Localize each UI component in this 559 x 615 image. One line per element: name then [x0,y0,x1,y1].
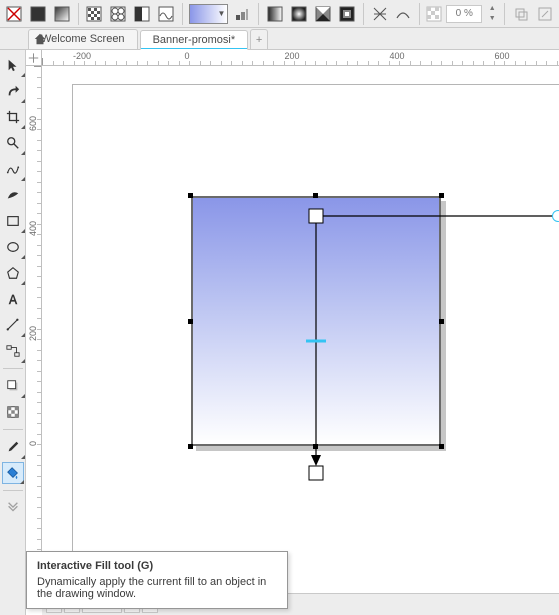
edit-fill-button[interactable] [535,3,555,25]
gradient-end-handle[interactable] [309,466,323,480]
gradient-start-handle[interactable] [309,209,323,223]
no-fill-button[interactable] [4,3,24,25]
selection-handle-nw[interactable] [188,193,193,198]
elliptical-gradient-button[interactable] [289,3,309,25]
gradient-midpoint-handle[interactable] [306,336,326,346]
text-tool[interactable] [2,288,24,310]
toolbox-separator [3,368,23,369]
transparency-tool[interactable] [2,401,24,423]
freehand-tool[interactable] [2,158,24,180]
chevron-down-icon: ▼ [218,9,226,18]
tab-document[interactable]: Banner-promosi* [140,30,249,50]
artistic-media-tool[interactable] [2,184,24,206]
ruler-horizontal[interactable]: -200 0 200 400 600 [42,50,559,66]
selection-handle-w[interactable] [188,319,193,324]
tooltip: Interactive Fill tool (G) Dynamically ap… [26,551,288,609]
drop-shadow-tool[interactable] [2,375,24,397]
tooltip-body: Dynamically apply the current fill to an… [37,576,277,600]
toolbox-separator [3,490,23,491]
separator [504,3,505,25]
document-tabs: Welcome Screen Banner-promosi* + [0,28,559,50]
rectangle-tool[interactable] [2,210,24,232]
transparency-icon [426,6,442,22]
toolbox [0,50,26,615]
selection-handle-n[interactable] [313,193,318,198]
main-area: -200 0 200 400 600 600 400 200 0 [0,50,559,615]
tooltip-title: Interactive Fill tool (G) [37,560,277,572]
reverse-fill-button[interactable] [370,3,390,25]
transparency-down[interactable]: ▼ [486,14,498,24]
selection-handle-s[interactable] [313,444,318,449]
home-icon[interactable] [30,29,50,49]
canvas-area: -200 0 200 400 600 600 400 200 0 [26,50,559,615]
polygon-tool[interactable] [2,262,24,284]
selection-handle-sw[interactable] [188,444,193,449]
separator [182,3,183,25]
ruler-vertical[interactable]: 600 400 200 0 [26,66,42,593]
fill-picker-button[interactable] [232,3,252,25]
smooth-button[interactable] [393,3,413,25]
separator [419,3,420,25]
parallel-dimension-tool[interactable] [2,314,24,336]
solid-fill-button[interactable] [28,3,48,25]
ellipse-tool[interactable] [2,236,24,258]
transparency-input[interactable] [446,5,482,23]
conical-gradient-button[interactable] [313,3,333,25]
rectangular-gradient-button[interactable] [337,3,357,25]
pattern-vector-button[interactable] [85,3,105,25]
pattern-bitmap-button[interactable] [108,3,128,25]
texture-fill-button[interactable] [156,3,176,25]
selection-handle-se[interactable] [439,444,444,449]
crop-tool[interactable] [2,106,24,128]
linear-gradient-button[interactable] [265,3,285,25]
separator [78,3,79,25]
tab-add-button[interactable]: + [250,29,268,49]
copy-fill-button[interactable] [511,3,531,25]
gradient-skew-handle[interactable] [552,210,559,222]
fountain-fill-button[interactable] [52,3,72,25]
interactive-fill-tool[interactable] [2,462,24,484]
selected-rectangle[interactable] [191,196,441,446]
shape-tool[interactable] [2,80,24,102]
pick-tool[interactable] [2,54,24,76]
separator [258,3,259,25]
eyedropper-tool[interactable] [2,436,24,458]
fill-swatch[interactable]: ▼ [189,4,229,24]
toolbox-separator [3,429,23,430]
selection-handle-e[interactable] [439,319,444,324]
ruler-origin[interactable] [26,50,42,66]
toolbox-overflow[interactable] [2,497,24,519]
separator [363,3,364,25]
transparency-up[interactable]: ▲ [486,4,498,14]
zoom-tool[interactable] [2,132,24,154]
property-bar: ▼ ▲ ▼ [0,0,559,28]
connector-tool[interactable] [2,340,24,362]
selection-handle-ne[interactable] [439,193,444,198]
two-color-pattern-button[interactable] [132,3,152,25]
drawing-area[interactable] [42,66,559,593]
